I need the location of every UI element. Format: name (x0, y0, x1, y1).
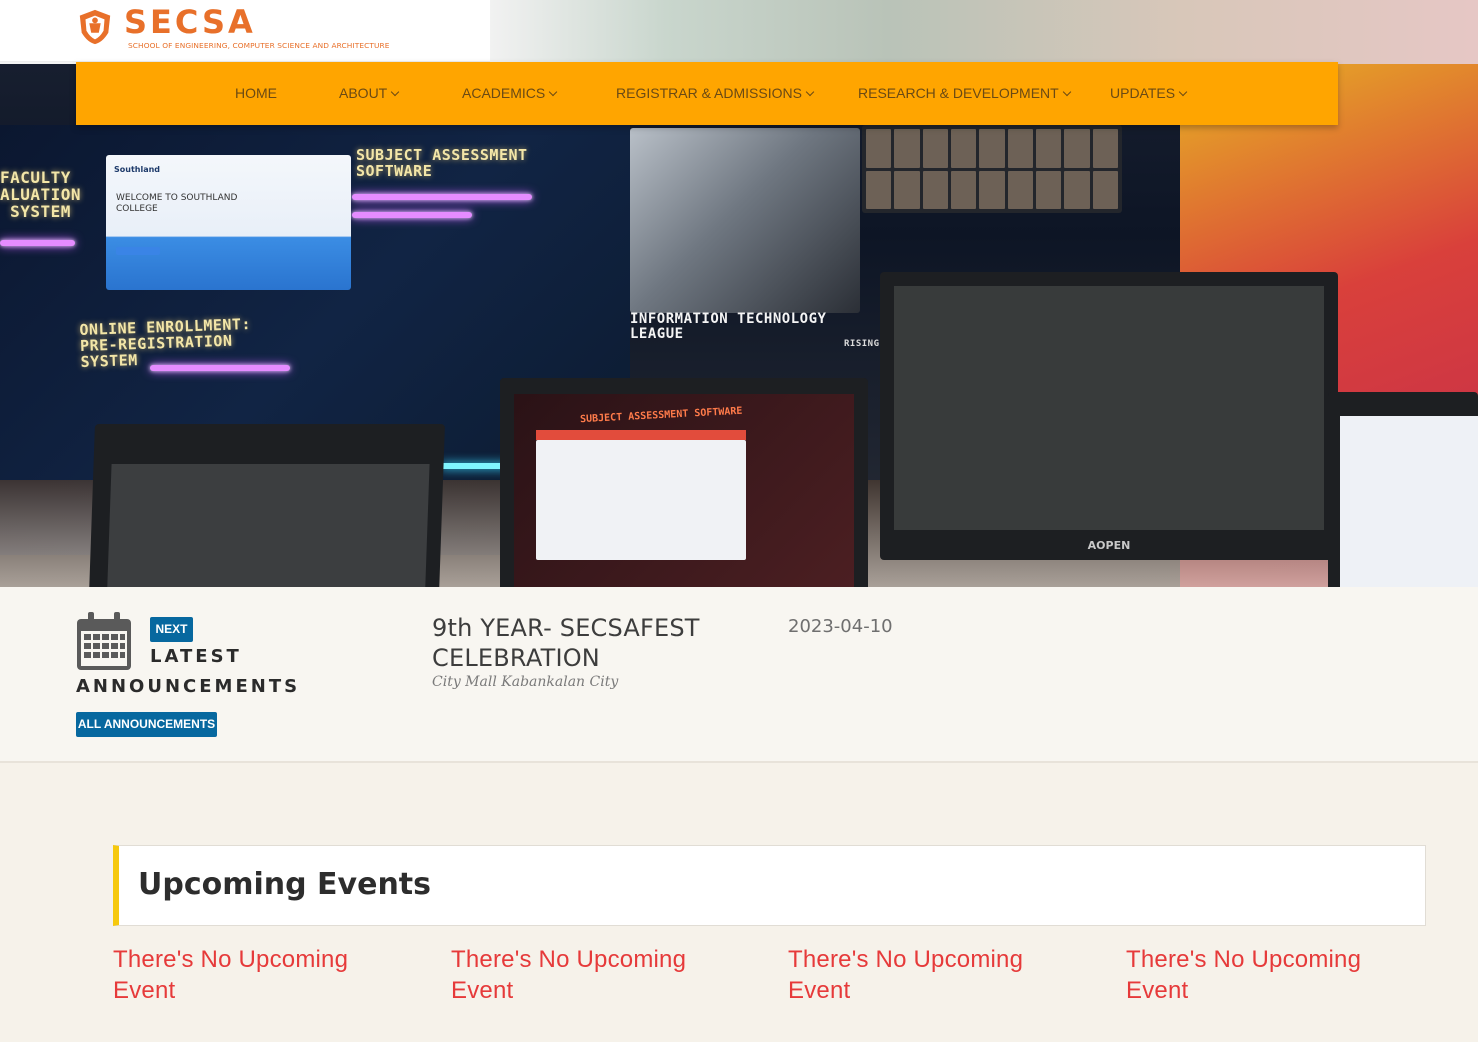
nav-research-development[interactable]: RESEARCH & DEVELOPMENT (858, 62, 1071, 125)
screen-brand: Southland (114, 165, 161, 174)
monitor-brand: AOPEN (1087, 539, 1131, 552)
nav-home[interactable]: HOME (235, 62, 277, 125)
neon-label-enrollment: ONLINE ENROLLMENT: PRE-REGISTRATION SYST… (79, 315, 252, 371)
neon-label-subject: SUBJECT ASSESSMENT SOFTWARE (356, 146, 528, 180)
neon-bar (150, 365, 290, 371)
announcement-title[interactable]: 9th YEAR- SECSAFEST CELEBRATION (432, 613, 732, 673)
no-upcoming-event-message: There's No Upcoming Event (451, 946, 687, 1004)
laptop-app-window (536, 440, 746, 560)
neon-bar (0, 240, 75, 246)
secsa-logo-icon[interactable] (76, 8, 114, 46)
it-league-photo (630, 128, 860, 313)
laptop-middle: SUBJECT ASSESSMENT SOFTWARE (500, 378, 868, 587)
laptop-left (89, 424, 445, 587)
chevron-down-icon (1062, 87, 1071, 97)
desktop-monitor: AOPEN (880, 272, 1338, 560)
announcements-heading-line1: LATEST (150, 646, 242, 667)
announcement-location: City Mall Kabankalan City (432, 674, 619, 690)
no-upcoming-event-message: There's No Upcoming Event (788, 946, 1024, 1004)
announcement-date: 2023-04-10 (788, 616, 893, 637)
no-upcoming-event-message: There's No Upcoming Event (1126, 946, 1362, 1004)
neon-label-rising: RISING (844, 339, 880, 349)
chevron-down-icon (805, 87, 815, 97)
neon-bar (352, 194, 532, 200)
nav-updates[interactable]: UPDATES (1110, 62, 1188, 125)
next-announcement-button[interactable]: NEXT (150, 617, 193, 642)
nav-label: HOME (235, 85, 277, 101)
all-announcements-button[interactable]: ALL ANNOUNCEMENTS (76, 712, 217, 737)
neon-bar (352, 212, 472, 218)
chevron-down-icon (548, 87, 558, 97)
calendar-icon (77, 612, 131, 670)
neon-label-faculty: FACULTY ALUATION SYSTEM (0, 168, 82, 221)
nav-academics[interactable]: ACADEMICS (462, 62, 558, 125)
enrollment-screen: Southland WELCOME TO SOUTHLAND COLLEGE (106, 155, 351, 290)
main-navbar: HOME ABOUT ACADEMICS REGISTRAR & ADMISSI… (76, 62, 1338, 125)
logo-bar: SECSA SCHOOL OF ENGINEERING, COMPUTER SC… (0, 0, 490, 62)
announcement-strip (0, 587, 1478, 763)
nav-label: RESEARCH & DEVELOPMENT (858, 85, 1059, 101)
upcoming-events-title: Upcoming Events (138, 867, 431, 902)
nav-registrar-admissions[interactable]: REGISTRAR & ADMISSIONS (616, 62, 815, 125)
screen-welcome: WELCOME TO SOUTHLAND COLLEGE (116, 193, 238, 214)
neon-label-it-league: INFORMATION TECHNOLOGY LEAGUE (630, 311, 827, 342)
no-upcoming-event-message: There's No Upcoming Event (113, 946, 349, 1004)
nav-label: REGISTRAR & ADMISSIONS (616, 85, 802, 101)
nav-label: ABOUT (339, 85, 388, 101)
site-logo-title[interactable]: SECSA (124, 3, 256, 41)
chevron-down-icon (1178, 87, 1188, 97)
chevron-down-icon (390, 87, 400, 97)
nav-label: UPDATES (1110, 85, 1176, 101)
video-call-grid (862, 125, 1122, 213)
screen-button (116, 247, 160, 255)
nav-about[interactable]: ABOUT (339, 62, 400, 125)
announcements-heading-line2: ANNOUNCEMENTS (76, 676, 301, 697)
nav-label: ACADEMICS (462, 85, 546, 101)
site-logo-subtitle: SCHOOL OF ENGINEERING, COMPUTER SCIENCE … (128, 41, 390, 50)
laptop-right (1328, 392, 1478, 587)
